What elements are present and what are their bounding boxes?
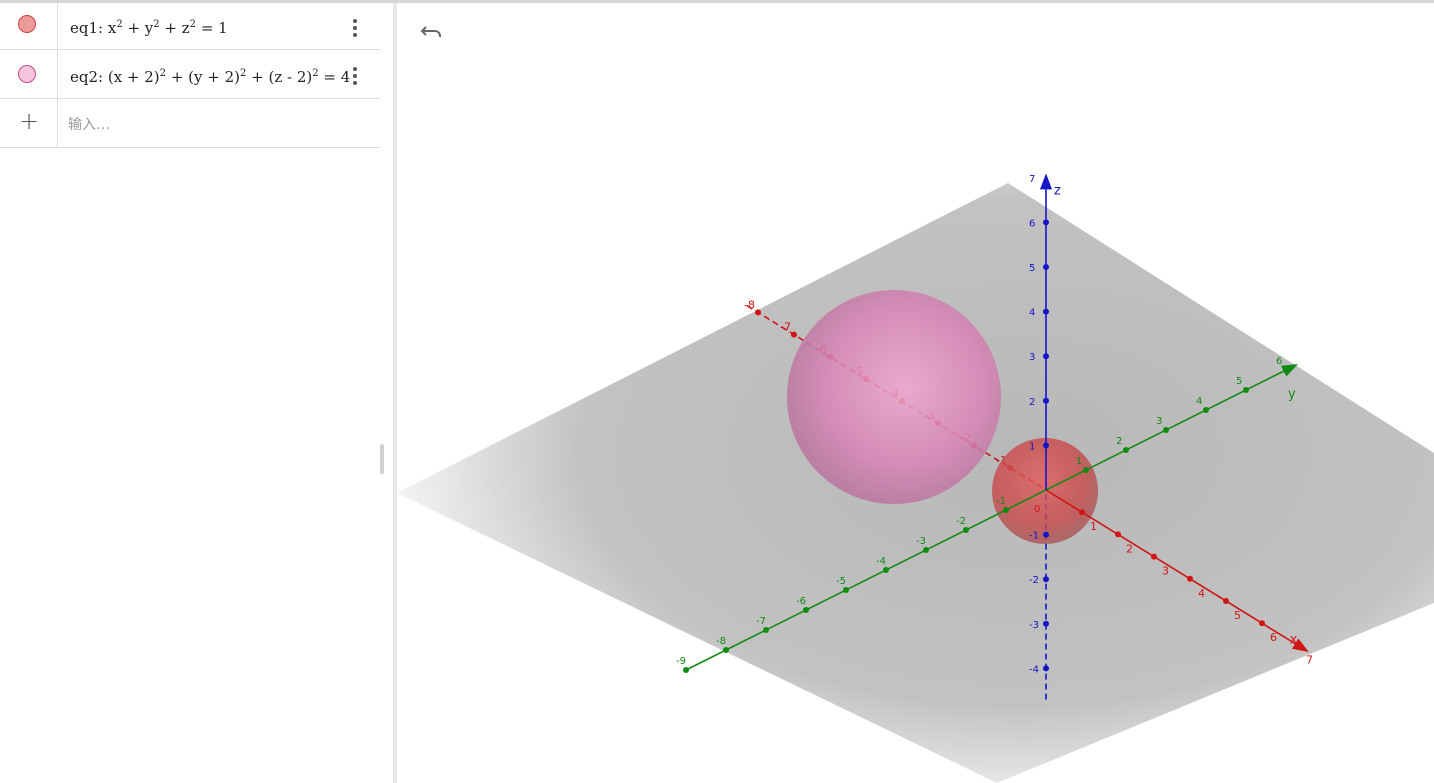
z-tick-mark bbox=[1043, 576, 1049, 583]
sphere-eq2[interactable] bbox=[787, 290, 1001, 504]
z-tick-mark bbox=[1043, 397, 1049, 404]
x-tick-mark bbox=[1079, 509, 1085, 516]
equation-eq2[interactable]: eq2: (x + 2)2 + (y + 2)2 + (z - 2)2 = 4 bbox=[70, 68, 350, 86]
algebra-view: eq1: x2 + y2 + z2 = 1 eq2: (x + 2)2 + (y… bbox=[0, 3, 397, 783]
z-tick-label: 4 bbox=[1029, 308, 1035, 319]
y-tick-label: 3 bbox=[1156, 416, 1162, 427]
z-tick-label: 5 bbox=[1029, 263, 1035, 274]
y-tick-label: 6 bbox=[1276, 356, 1282, 367]
x-tick-label: 2 bbox=[1126, 542, 1133, 555]
y-tick-label: -7 bbox=[756, 616, 766, 627]
y-tick-label: 4 bbox=[1196, 396, 1202, 407]
z-tick-mark bbox=[1043, 353, 1049, 360]
x-tick-mark bbox=[1115, 531, 1121, 538]
y-tick-label: -3 bbox=[916, 536, 926, 547]
x-tick-mark bbox=[1187, 575, 1193, 582]
y-tick-label: -8 bbox=[716, 636, 726, 647]
equation-eq1[interactable]: eq1: x2 + y2 + z2 = 1 bbox=[70, 19, 228, 37]
y-tick-label: -2 bbox=[956, 516, 966, 527]
y-tick-mark bbox=[1163, 427, 1169, 433]
x-tick-mark bbox=[1151, 553, 1157, 560]
z-axis-label: z bbox=[1054, 184, 1061, 199]
y-tick-mark bbox=[723, 647, 729, 653]
y-tick-mark bbox=[1283, 367, 1289, 373]
z-tick-label: -1 bbox=[1029, 531, 1039, 542]
z-axis-arrow bbox=[1040, 173, 1052, 190]
equation-label-eq1: eq1: bbox=[70, 19, 104, 37]
x-tick-label: -7 bbox=[780, 321, 791, 334]
z-tick-label: 1 bbox=[1029, 441, 1035, 452]
z-tick-label: -3 bbox=[1029, 620, 1039, 631]
y-tick-mark bbox=[1123, 447, 1129, 453]
y-tick-label: 2 bbox=[1116, 436, 1122, 447]
visibility-toggle-eq1[interactable] bbox=[18, 15, 36, 33]
y-axis-label: y bbox=[1288, 387, 1296, 402]
y-tick-mark bbox=[1003, 507, 1009, 513]
algebra-row-eq1[interactable]: eq1: x2 + y2 + z2 = 1 bbox=[0, 3, 380, 50]
z-tick-mark bbox=[1043, 308, 1049, 315]
scene-svg[interactable]: -8-7-6-5-4-3-2-1 1234567x-9-8-7-6-5-4-3-… bbox=[397, 3, 1434, 783]
z-tick-mark bbox=[1043, 219, 1049, 226]
y-tick-label: -9 bbox=[676, 656, 686, 667]
origin-label: 0 bbox=[1034, 504, 1040, 515]
y-tick-label: 5 bbox=[1236, 376, 1242, 387]
x-tick-label: 3 bbox=[1162, 565, 1169, 578]
algebra-input[interactable]: 输入… bbox=[68, 114, 110, 134]
z-tick-label: 3 bbox=[1029, 352, 1035, 363]
more-options-eq2-icon[interactable] bbox=[350, 64, 360, 88]
algebra-row-eq2[interactable]: eq2: (x + 2)2 + (y + 2)2 + (z - 2)2 = 4 bbox=[0, 50, 380, 99]
z-tick-label: -2 bbox=[1029, 575, 1039, 586]
panel-resize-handle[interactable] bbox=[380, 444, 384, 474]
y-tick-mark bbox=[923, 547, 929, 553]
y-tick-label: 1 bbox=[1076, 456, 1082, 467]
graphics-3d-view[interactable]: -8-7-6-5-4-3-2-1 1234567x-9-8-7-6-5-4-3-… bbox=[397, 3, 1434, 783]
add-plus-icon[interactable]: + bbox=[19, 107, 39, 135]
y-tick-label: -5 bbox=[836, 576, 846, 587]
equation-label-eq2: eq2: bbox=[70, 68, 104, 86]
x-tick-label: 1 bbox=[1090, 520, 1097, 533]
y-tick-label: -1 bbox=[996, 496, 1006, 507]
x-tick-mark bbox=[791, 331, 797, 338]
y-tick-mark bbox=[763, 627, 769, 633]
y-tick-mark bbox=[963, 527, 969, 533]
y-tick-label: -4 bbox=[876, 556, 886, 567]
z-tick-label: 2 bbox=[1029, 397, 1035, 408]
y-tick-mark bbox=[1203, 407, 1209, 413]
z-tick-mark bbox=[1043, 264, 1049, 270]
x-tick-label: 7 bbox=[1306, 653, 1313, 666]
z-tick-mark bbox=[1043, 620, 1049, 627]
z-tick-mark bbox=[1043, 665, 1049, 672]
y-tick-mark bbox=[803, 607, 809, 613]
y-tick-mark bbox=[1243, 387, 1249, 393]
z-tick-mark bbox=[1043, 442, 1049, 449]
y-tick-mark bbox=[683, 667, 689, 673]
more-options-eq1-icon[interactable] bbox=[350, 16, 360, 40]
x-tick-label: 6 bbox=[1270, 631, 1277, 644]
y-tick-mark bbox=[1083, 467, 1089, 473]
z-tick-label: 6 bbox=[1029, 218, 1035, 229]
z-tick-mark bbox=[1043, 531, 1049, 538]
y-tick-label: -6 bbox=[796, 596, 806, 607]
x-tick-mark bbox=[1259, 620, 1265, 627]
x-tick-mark bbox=[1223, 598, 1229, 604]
x-tick-mark bbox=[755, 309, 761, 316]
z-tick-label: 7 bbox=[1029, 174, 1035, 185]
y-tick-mark bbox=[843, 587, 849, 593]
x-tick-label: 4 bbox=[1198, 587, 1205, 600]
z-tick-label: -4 bbox=[1029, 664, 1039, 675]
y-tick-mark bbox=[883, 567, 889, 573]
visibility-toggle-eq2[interactable] bbox=[18, 65, 36, 83]
x-axis-label: x bbox=[1290, 633, 1298, 648]
x-tick-label: 5 bbox=[1234, 609, 1241, 622]
algebra-input-row[interactable]: + 输入… bbox=[0, 99, 380, 148]
x-tick-label: -8 bbox=[744, 298, 755, 311]
